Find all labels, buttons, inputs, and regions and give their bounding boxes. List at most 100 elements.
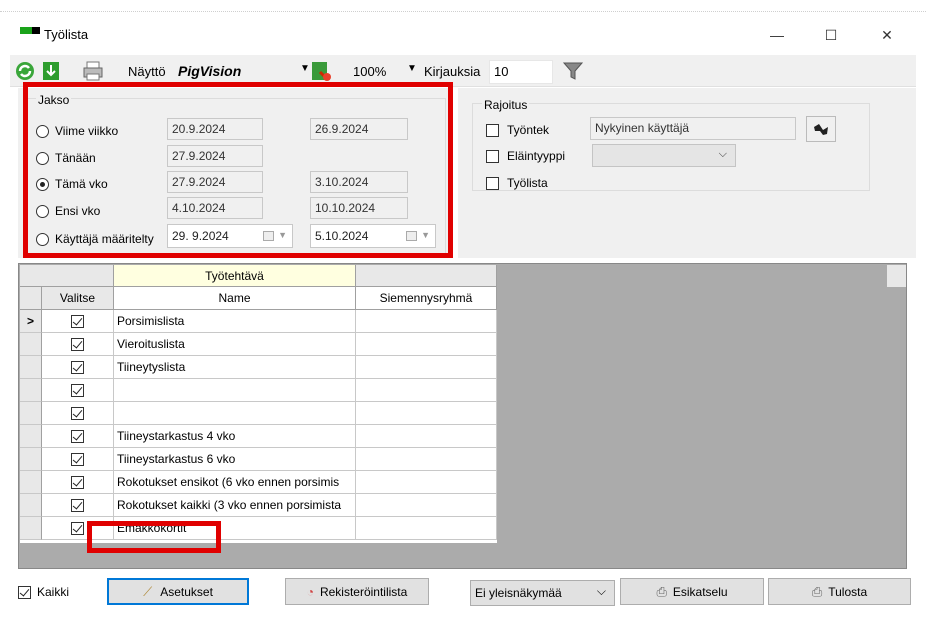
download-icon[interactable] [40, 60, 62, 82]
grid-group-header: Työtehtävä [114, 265, 356, 287]
row-name: Tiineystarkastus 4 vko [114, 425, 356, 448]
row-group [356, 448, 497, 471]
row-select-cell[interactable] [42, 448, 114, 471]
row-checkbox[interactable] [71, 314, 84, 328]
worklist-checkbox[interactable] [486, 176, 499, 190]
wrench-icon: ⟋ [143, 583, 153, 599]
row-select-cell[interactable] [42, 356, 114, 379]
animal-type-label: Eläintyyppi [507, 149, 566, 163]
restriction-panel: Rajoitus [458, 88, 916, 258]
row-checkbox[interactable] [71, 406, 84, 420]
row-select-cell[interactable] [42, 494, 114, 517]
row-select-cell[interactable] [42, 402, 114, 425]
row-select-cell[interactable] [42, 471, 114, 494]
row-header[interactable] [20, 494, 42, 517]
column-header-name[interactable]: Name [114, 287, 356, 310]
row-group [356, 333, 497, 356]
row-select-cell[interactable] [42, 333, 114, 356]
row-checkbox[interactable] [71, 498, 84, 512]
column-header-group[interactable]: Siemennysryhmä [356, 287, 497, 310]
records-label: Kirjauksia [424, 64, 481, 79]
row-header[interactable] [20, 471, 42, 494]
worklist-checkbox-row[interactable]: Työlista [486, 176, 548, 190]
row-group [356, 471, 497, 494]
settings-button[interactable]: ⟋ Asetukset [107, 578, 249, 605]
row-header[interactable] [20, 333, 42, 356]
row-checkbox[interactable] [71, 337, 84, 351]
refresh-icon[interactable] [14, 60, 36, 82]
current-row-marker: > [20, 310, 42, 333]
grid-header-blank [20, 265, 114, 287]
row-checkbox[interactable] [71, 383, 84, 397]
maximize-button[interactable]: ☐ [808, 22, 854, 48]
animal-type-checkbox[interactable] [486, 149, 499, 163]
table-row[interactable]: Tiineystarkastus 4 vko [20, 425, 497, 448]
chevron-down-icon[interactable]: ⌵ [597, 584, 606, 599]
employee-lookup-button[interactable] [806, 116, 836, 142]
close-button[interactable]: ✕ [864, 22, 910, 48]
table-row[interactable]: Rokotukset kaikki (3 vko ennen porsimist… [20, 494, 497, 517]
highlight-emakkokortit-box [87, 521, 221, 553]
animal-type-checkbox-row[interactable]: Eläintyyppi [486, 149, 565, 163]
view-select[interactable]: Ei yleisnäkymää ⌵ [470, 580, 615, 606]
registry-list-button[interactable]: ◔ Rekisteröintilista [285, 578, 429, 605]
column-header-select[interactable]: Valitse [42, 287, 114, 310]
row-name: Vieroituslista [114, 333, 356, 356]
employee-checkbox-row[interactable]: Työntek [486, 123, 549, 137]
all-checkbox-row[interactable]: Kaikki [18, 585, 69, 599]
filter-icon[interactable] [562, 60, 584, 82]
records-count-field[interactable]: 10 [489, 60, 553, 84]
row-name: Rokotukset kaikki (3 vko ennen porsimist… [114, 494, 356, 517]
employee-checkbox[interactable] [486, 123, 499, 137]
row-header[interactable] [20, 448, 42, 471]
row-checkbox[interactable] [71, 475, 84, 489]
minimize-button[interactable]: — [754, 22, 800, 48]
row-checkbox[interactable] [71, 360, 84, 374]
row-group [356, 379, 497, 402]
row-name: Rokotukset ensikot (6 vko ennen porsimis [114, 471, 356, 494]
chevron-down-icon[interactable]: ⌵ [719, 148, 727, 161]
view-select-value: Ei yleisnäkymää [475, 586, 562, 600]
row-checkbox[interactable] [71, 429, 84, 443]
row-header[interactable] [20, 356, 42, 379]
row-select-cell[interactable] [42, 310, 114, 333]
restriction-title: Rajoitus [482, 98, 530, 112]
row-checkbox[interactable] [71, 521, 84, 535]
row-group [356, 310, 497, 333]
zoom-chevron-down-icon[interactable]: ▼ [407, 63, 417, 74]
animal-type-select[interactable]: ⌵ [592, 144, 736, 167]
row-group [356, 402, 497, 425]
table-row[interactable] [20, 379, 497, 402]
display-select-value[interactable]: PigVision [178, 63, 241, 79]
row-header[interactable] [20, 517, 42, 540]
row-header[interactable] [20, 425, 42, 448]
row-header[interactable] [20, 379, 42, 402]
row-select-cell[interactable] [42, 425, 114, 448]
print-preview-icon: ⎙ [656, 583, 667, 599]
row-select-cell[interactable] [42, 379, 114, 402]
row-group [356, 425, 497, 448]
row-group [356, 517, 497, 540]
row-header[interactable] [20, 402, 42, 425]
table-row[interactable]: Tiineytyslista [20, 356, 497, 379]
row-name [114, 379, 356, 402]
registry-icon: ◔ [306, 584, 314, 599]
printer-icon[interactable] [82, 60, 104, 82]
preview-label: Esikatselu [672, 584, 728, 599]
display-label: Näyttö [128, 64, 166, 79]
row-group [356, 356, 497, 379]
table-row[interactable]: Rokotukset ensikot (6 vko ennen porsimis [20, 471, 497, 494]
settings-label: Asetukset [160, 584, 213, 599]
export-icon[interactable] [310, 60, 332, 82]
table-row[interactable]: Tiineystarkastus 6 vko [20, 448, 497, 471]
table-row[interactable]: > Porsimislista [20, 310, 497, 333]
zoom-value[interactable]: 100% [353, 64, 386, 79]
table-row[interactable] [20, 402, 497, 425]
print-button[interactable]: ⎙ Tulosta [768, 578, 911, 605]
binoculars-icon[interactable] [812, 122, 830, 136]
row-checkbox[interactable] [71, 452, 84, 466]
table-row[interactable]: Vieroituslista [20, 333, 497, 356]
chevron-down-icon[interactable]: ▼ [300, 63, 310, 74]
preview-button[interactable]: ⎙ Esikatselu [620, 578, 764, 605]
all-checkbox[interactable] [18, 585, 31, 599]
